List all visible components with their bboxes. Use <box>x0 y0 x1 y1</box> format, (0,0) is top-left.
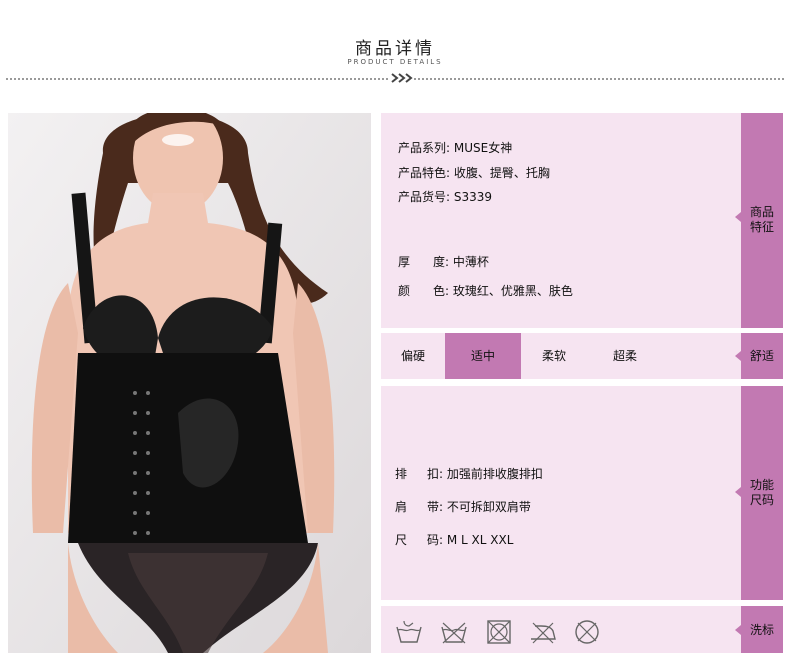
hand-wash-icon <box>396 620 422 643</box>
no-dry-clean-icon <box>575 620 599 644</box>
dotted-divider-left <box>6 78 388 80</box>
strap-label: 肩 <box>395 500 408 514</box>
function-side-tab: 功能 尺码 <box>735 386 783 600</box>
wash-panel: 洗标 <box>381 606 783 653</box>
product-series: 产品系列: MUSE女神 <box>398 141 513 155</box>
comfort-option-medium: 适中 <box>445 333 521 379</box>
size-label: 尺 <box>395 533 408 547</box>
features-side-tab: 商品 特征 <box>735 113 783 328</box>
size-value: 码: M L XL XXL <box>427 533 514 547</box>
comfort-option-hard: 偏硬 <box>400 349 425 363</box>
model-illustration <box>8 113 371 653</box>
thickness-value: 度: 中薄杯 <box>433 255 489 269</box>
comfort-panel: 偏硬 适中 柔软 超柔 舒适 <box>381 333 783 379</box>
function-panel: 排 扣: 加强前排收腹排扣 肩 带: 不可拆卸双肩带 尺 码: M L XL X… <box>381 386 783 600</box>
product-traits: 产品特色: 收腹、提臀、托胸 <box>398 166 550 180</box>
wash-side-label: 洗标 <box>749 623 774 637</box>
buckle-label: 排 <box>395 467 408 481</box>
function-side-label-2: 尺码 <box>749 493 774 507</box>
product-photo <box>8 113 371 653</box>
page-subtitle: PRODUCT DETAILS <box>347 58 443 66</box>
function-side-label-1: 功能 <box>749 478 774 492</box>
features-side-label-2: 特征 <box>749 220 774 234</box>
dotted-divider-right <box>414 78 784 80</box>
comfort-option-supersoft: 超柔 <box>612 349 637 363</box>
buckle-value: 扣: 加强前排收腹排扣 <box>427 467 543 481</box>
section-header: 商品详情 PRODUCT DETAILS <box>0 0 790 100</box>
features-side-label-1: 商品 <box>749 205 774 219</box>
color-label: 颜 <box>398 284 411 298</box>
thickness-label: 厚 <box>398 255 411 269</box>
comfort-option-soft: 柔软 <box>541 349 566 363</box>
product-item-number: 产品货号: S3339 <box>398 190 493 204</box>
double-chevron-icon <box>391 73 413 83</box>
wash-side-tab: 洗标 <box>735 606 783 653</box>
features-panel: 产品系列: MUSE女神 产品特色: 收腹、提臀、托胸 产品货号: S3339 … <box>381 113 783 328</box>
comfort-side-tab: 舒适 <box>735 333 783 379</box>
comfort-side-label: 舒适 <box>749 349 774 363</box>
no-machine-wash-icon <box>441 622 467 644</box>
color-value: 色: 玫瑰红、优雅黑、肤色 <box>433 284 573 298</box>
strap-value: 带: 不可拆卸双肩带 <box>427 500 531 514</box>
no-tumble-dry-icon <box>487 620 511 644</box>
no-iron-icon <box>531 622 556 644</box>
page-title: 商品详情 <box>355 39 435 59</box>
